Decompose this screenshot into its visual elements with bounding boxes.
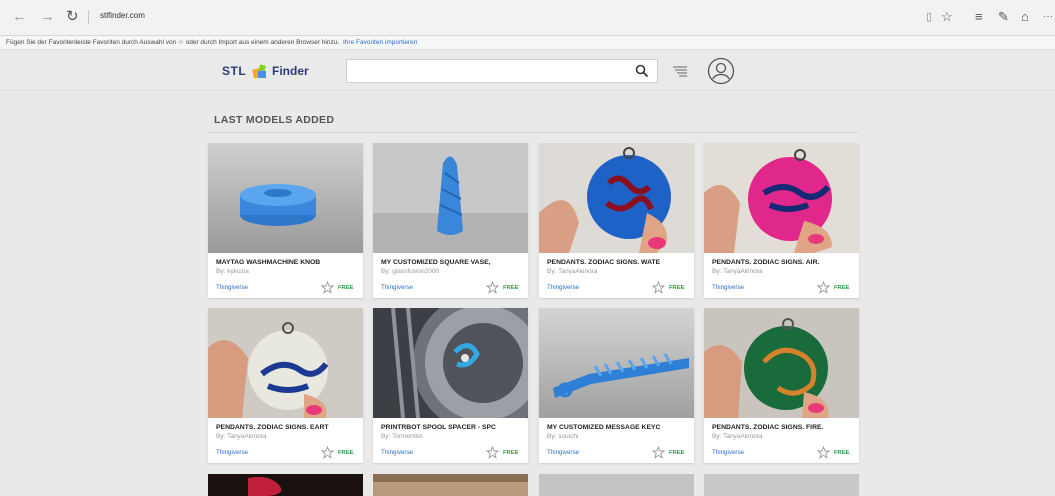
model-source-link[interactable]: Thingiverse	[381, 449, 413, 456]
model-thumbnail	[704, 308, 859, 418]
model-thumbnail	[704, 143, 859, 253]
site-header: STL Finder	[0, 51, 1055, 91]
model-source-link[interactable]: Thingiverse	[547, 449, 579, 456]
favorite-star-icon[interactable]	[652, 281, 665, 294]
hub-icon[interactable]: ≡	[975, 9, 983, 25]
section-title: LAST MODELS ADDED	[214, 114, 335, 126]
address-text: stlfinder.com	[100, 11, 145, 20]
more-icon[interactable]: ···	[1043, 9, 1053, 25]
model-thumbnail	[208, 474, 363, 496]
model-name: PENDANTS. ZODIAC SIGNS. AIR.	[712, 259, 820, 266]
price-badge: FREE	[834, 285, 850, 291]
price-badge: FREE	[503, 285, 519, 291]
favorites-bar: Fügen Sie der Favoritenleiste Favoriten …	[0, 36, 1055, 50]
model-card[interactable]: PENDANTS. ZODIAC SIGNS. EART By: TanyaAk…	[208, 308, 363, 463]
model-card[interactable]	[539, 474, 694, 496]
favorite-star-icon[interactable]: ☆	[941, 9, 953, 25]
favorites-bar-text: Fügen Sie der Favoritenleiste Favoriten …	[6, 39, 340, 46]
reading-view-icon[interactable]: ▯	[926, 9, 932, 25]
price-badge: FREE	[338, 285, 354, 291]
user-account-icon[interactable]	[707, 57, 735, 85]
model-thumbnail	[208, 308, 363, 418]
model-source-link[interactable]: Thingiverse	[712, 449, 744, 456]
model-card[interactable]: MY CUSTOMIZED MESSAGE KEYC By: souichi T…	[539, 308, 694, 463]
model-thumbnail	[539, 143, 694, 253]
model-card[interactable]: PRINTRBOT SPOOL SPACER - SPC By: Torment…	[373, 308, 528, 463]
model-author: By: TanyaAkinora	[712, 268, 763, 275]
model-name: MY CUSTOMIZED SQUARE VASE,	[381, 259, 491, 266]
model-name: MY CUSTOMIZED MESSAGE KEYC	[547, 424, 661, 431]
favorite-star-icon[interactable]	[817, 281, 830, 294]
back-icon[interactable]: ←	[12, 9, 27, 25]
favorite-star-icon[interactable]	[486, 446, 499, 459]
model-name: MAYTAG WASHMACHINE KNOB	[216, 259, 321, 266]
price-badge: FREE	[834, 450, 850, 456]
model-author: By: TanyaAkinora	[547, 268, 598, 275]
model-card[interactable]	[373, 474, 528, 496]
model-thumbnail	[373, 143, 528, 253]
section-divider	[208, 132, 858, 133]
model-thumbnail	[704, 474, 859, 496]
model-card[interactable]	[208, 474, 363, 496]
model-source-link[interactable]: Thingiverse	[712, 284, 744, 291]
model-source-link[interactable]: Thingiverse	[547, 284, 579, 291]
web-note-icon[interactable]: ✎	[998, 9, 1009, 25]
filter-icon[interactable]	[672, 65, 688, 79]
model-thumbnail	[208, 143, 363, 253]
model-name: PENDANTS. ZODIAC SIGNS. EART	[216, 424, 329, 431]
model-thumbnail	[539, 308, 694, 418]
refresh-icon[interactable]: ↻	[66, 9, 79, 25]
model-source-link[interactable]: Thingiverse	[216, 284, 248, 291]
favorite-star-icon[interactable]	[486, 281, 499, 294]
model-card[interactable]: PENDANTS. ZODIAC SIGNS. FIRE. By: TanyaA…	[704, 308, 859, 463]
model-card[interactable]: MAYTAG WASHMACHINE KNOB By: kykozia Thin…	[208, 143, 363, 298]
logo-text-finder: Finder	[272, 64, 309, 78]
model-author: By: TanyaAkinora	[216, 433, 267, 440]
model-author: By: TanyaAkinora	[712, 433, 763, 440]
stlfinder-logo[interactable]: STL Finder	[222, 63, 332, 81]
model-author: By: souichi	[547, 433, 579, 440]
price-badge: FREE	[503, 450, 519, 456]
model-thumbnail	[373, 474, 528, 496]
browser-toolbar: ← → ↻ stlfinder.com ▯ ☆ ≡ ✎ ⌂ ···	[0, 0, 1055, 36]
model-card[interactable]: MY CUSTOMIZED SQUARE VASE, By: glassfusi…	[373, 143, 528, 298]
model-author: By: kykozia	[216, 268, 249, 275]
search-icon[interactable]	[635, 64, 649, 78]
model-thumbnail	[539, 474, 694, 496]
favorite-star-icon[interactable]	[321, 446, 334, 459]
search-input[interactable]	[351, 63, 631, 79]
logo-icon	[252, 64, 266, 79]
model-card[interactable]	[704, 474, 859, 496]
price-badge: FREE	[338, 450, 354, 456]
model-thumbnail	[373, 308, 528, 418]
model-name: PENDANTS. ZODIAC SIGNS. WATE	[547, 259, 661, 266]
favorite-star-icon[interactable]	[652, 446, 665, 459]
favorite-star-icon[interactable]	[321, 281, 334, 294]
price-badge: FREE	[669, 450, 685, 456]
address-bar[interactable]: stlfinder.com	[88, 9, 488, 27]
logo-text-stl: STL	[222, 64, 247, 78]
model-author: By: glassfusion2000	[381, 268, 440, 275]
share-icon[interactable]: ⌂	[1021, 9, 1029, 25]
main-content: LAST MODELS ADDED MAYTAG WASHMACHINE KNO…	[0, 92, 1055, 496]
forward-icon[interactable]: →	[40, 9, 55, 25]
favorite-star-icon[interactable]	[817, 446, 830, 459]
model-author: By: Tormentist	[381, 433, 423, 440]
model-name: PENDANTS. ZODIAC SIGNS. FIRE.	[712, 424, 824, 431]
model-card[interactable]: PENDANTS. ZODIAC SIGNS. AIR. By: TanyaAk…	[704, 143, 859, 298]
import-favorites-link[interactable]: Ihre Favoriten importieren	[343, 39, 417, 46]
model-card[interactable]: PENDANTS. ZODIAC SIGNS. WATE By: TanyaAk…	[539, 143, 694, 298]
price-badge: FREE	[669, 285, 685, 291]
search-box	[346, 59, 658, 83]
model-source-link[interactable]: Thingiverse	[216, 449, 248, 456]
model-source-link[interactable]: Thingiverse	[381, 284, 413, 291]
model-name: PRINTRBOT SPOOL SPACER - SPC	[381, 424, 496, 431]
